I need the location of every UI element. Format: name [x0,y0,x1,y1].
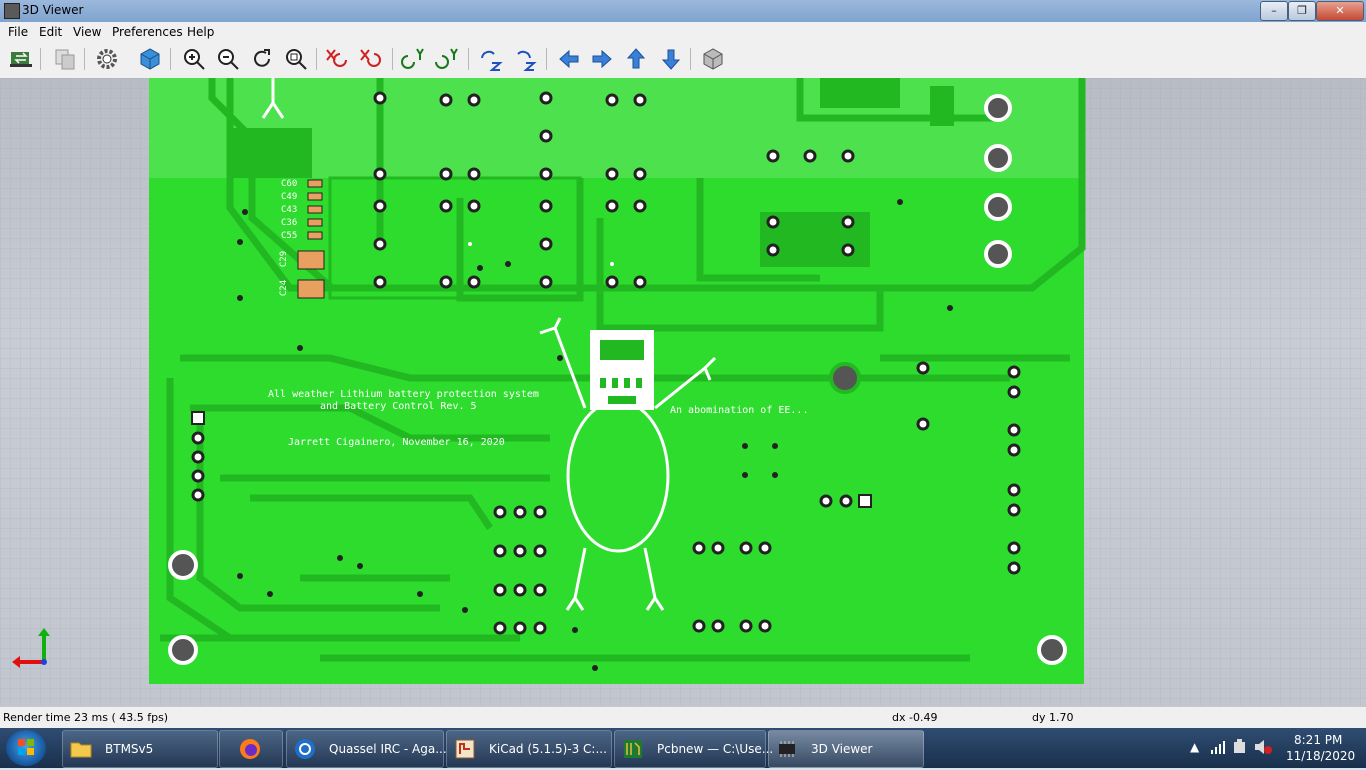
menu-edit[interactable]: Edit [39,25,62,39]
cap-label: C49 [281,192,298,202]
rotate-z-ccw-icon[interactable] [512,46,538,72]
silkscreen-revision: and Battery Control Rev. 5 [320,401,477,412]
pan-up-icon[interactable] [623,46,649,72]
task-3dviewer[interactable]: 3D Viewer [768,730,924,768]
silkscreen-title: All weather Lithium battery protection s… [268,389,539,400]
volume-muted-icon[interactable] [1254,739,1272,755]
copy-image-icon[interactable] [52,46,78,72]
maximize-icon: ❐ [1297,4,1307,17]
folder-icon [70,742,92,758]
network-icon[interactable] [1210,740,1226,754]
kicad-icon [455,739,475,759]
close-button[interactable]: ✕ [1316,1,1364,21]
task-firefox[interactable] [219,730,283,768]
minimize-icon: – [1271,4,1277,17]
firefox-icon [240,739,260,759]
render-time: Render time 23 ms ( 43.5 fps) [3,711,169,724]
close-icon: ✕ [1335,4,1345,17]
menu-file[interactable]: File [8,25,28,39]
silkscreen-doodle-caption: An abomination of EE... [670,405,809,416]
dy-readout: dy 1.70 [1032,711,1074,724]
task-explorer[interactable]: BTMSv5 [62,730,218,768]
silkscreen-author: Jarrett Cigainero, November 16, 2020 [288,437,505,448]
cap-label-c29: C29 [279,250,290,268]
taskbar: BTMSv5 Quassel IRC - Aga... KiCad (5.1.5… [0,728,1366,768]
board-render [0,78,1366,706]
rotate-z-cw-icon[interactable] [478,46,504,72]
menu-bar: File Edit View Preferences Help [0,22,1366,42]
toolbar [0,42,1366,79]
rotate-y-ccw-icon[interactable] [434,46,460,72]
start-button[interactable] [6,730,46,766]
cap-label: C60 [281,179,298,189]
cap-label-list: C60 C49 C43 C36 C55 [281,178,297,243]
title-bar: 3D Viewer – ❐ ✕ [0,0,1366,22]
dx-readout: dx -0.49 [892,711,938,724]
app-icon [4,3,20,19]
quassel-icon [295,739,315,759]
cap-label: C36 [281,218,298,228]
maximize-button[interactable]: ❐ [1288,1,1316,21]
pcbnew-icon [624,740,642,758]
zoom-out-icon[interactable] [215,46,241,72]
show-hidden-icons-icon[interactable]: ▲ [1190,740,1199,754]
render-mode-icon[interactable] [137,46,163,72]
clock-date[interactable]: 11/18/2020 [1286,749,1355,763]
reload-board-icon[interactable] [8,46,34,72]
cap-label-c24: C24 [279,279,290,297]
zoom-fit-icon[interactable] [283,46,309,72]
power-icon[interactable] [1232,739,1248,755]
rotate-x-ccw-icon[interactable] [358,46,384,72]
task-pcbnew[interactable]: Pcbnew — C:\Use... [614,730,773,768]
settings-icon[interactable] [94,46,120,72]
clock-time[interactable]: 8:21 PM [1294,733,1342,747]
system-tray: ▲ 8:21 PM 11/18/2020 [1176,728,1366,768]
pan-down-icon[interactable] [658,46,684,72]
3d-viewport[interactable]: All weather Lithium battery protection s… [0,78,1366,706]
rotate-y-cw-icon[interactable] [400,46,426,72]
cap-label: C43 [281,205,298,215]
menu-preferences[interactable]: Preferences [112,25,183,39]
chip-icon [779,741,795,757]
pan-left-icon[interactable] [556,46,582,72]
axis-gizmo-icon [12,628,50,668]
pan-right-icon[interactable] [589,46,615,72]
minimize-button[interactable]: – [1260,1,1288,21]
cap-label: C55 [281,231,298,241]
windows-logo-icon [18,739,34,755]
status-bar: Render time 23 ms ( 43.5 fps) dx -0.49 d… [0,706,1366,729]
menu-help[interactable]: Help [187,25,214,39]
redraw-icon[interactable] [249,46,275,72]
orthographic-icon[interactable] [700,46,726,72]
task-kicad[interactable]: KiCad (5.1.5)-3 C:... [446,730,612,768]
task-quassel[interactable]: Quassel IRC - Aga... [286,730,447,768]
rotate-x-cw-icon[interactable] [324,46,350,72]
zoom-in-icon[interactable] [181,46,207,72]
window-title: 3D Viewer [22,3,84,17]
menu-view[interactable]: View [73,25,101,39]
